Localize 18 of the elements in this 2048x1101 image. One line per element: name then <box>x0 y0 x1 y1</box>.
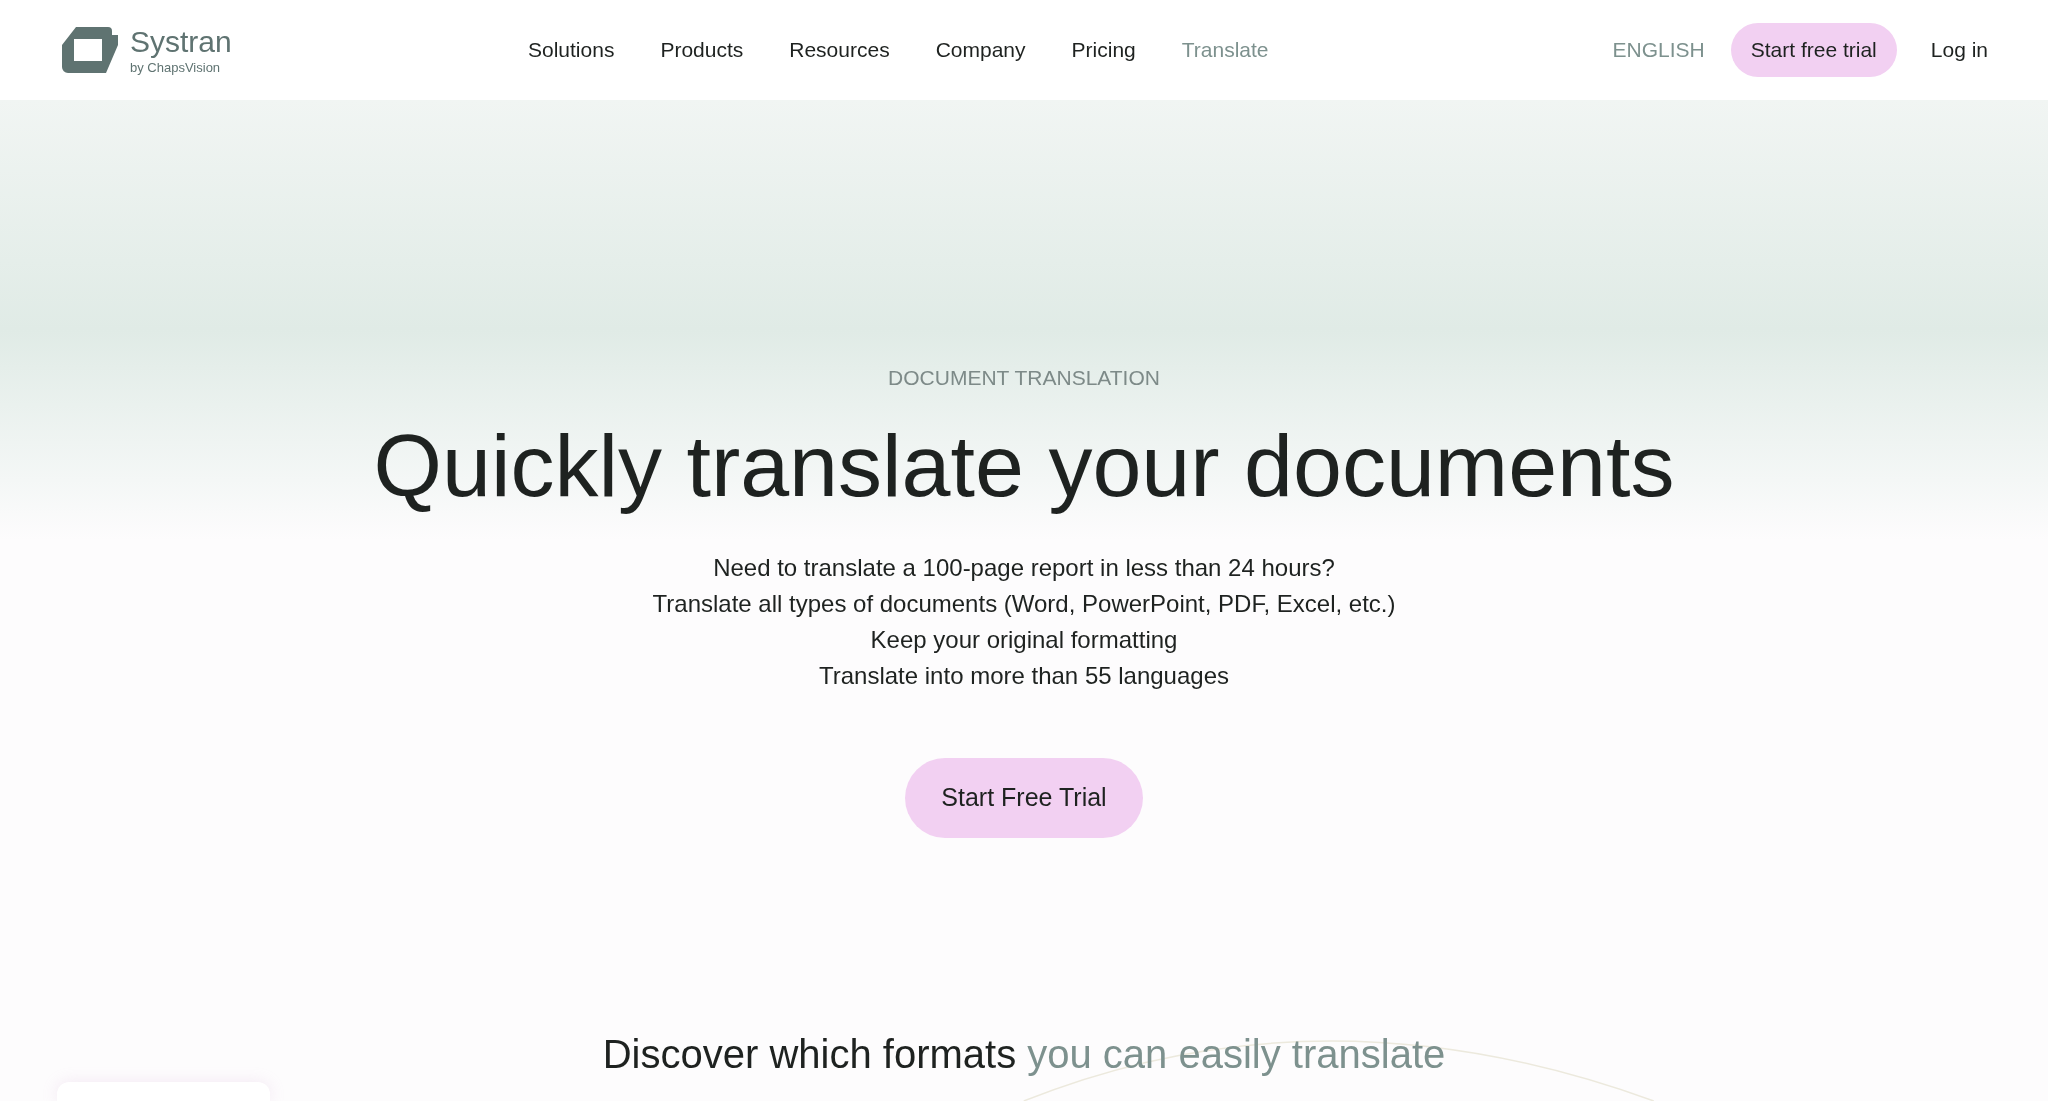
nav-link[interactable]: Pricing <box>1071 34 1136 66</box>
start-trial-button[interactable]: Start free trial <box>1730 23 1897 77</box>
section-title: Discover which formats <box>602 1032 1017 1076</box>
start-trial-button[interactable]: Start Free Trial <box>905 757 1143 838</box>
section-title-highlight: you can easily translate <box>1027 1032 1446 1076</box>
nav-link[interactable]: Products <box>660 34 744 66</box>
eyebrow-label: DOCUMENT TRANSLATION <box>888 365 1160 391</box>
nav-link[interactable]: Solutions <box>528 34 615 66</box>
nav-link[interactable]: Resources <box>789 34 890 66</box>
hero-text: Translate into more than 55 languages <box>818 660 1229 691</box>
hero-text: Keep your original formatting <box>870 624 1178 655</box>
hero-text: Need to translate a 100-page report in less than 24 hours? <box>713 552 1335 583</box>
login-link[interactable]: Log in <box>1930 34 1988 66</box>
logo-icon <box>62 27 118 73</box>
hero-text: Translate all types of documents (Word, PowerPoint, PDF, Excel, etc.) <box>652 588 1396 619</box>
logo-tagline: by ChapsVision <box>130 60 222 74</box>
nav-link[interactable]: Company <box>935 34 1026 66</box>
logo-name: Systran <box>130 26 232 57</box>
